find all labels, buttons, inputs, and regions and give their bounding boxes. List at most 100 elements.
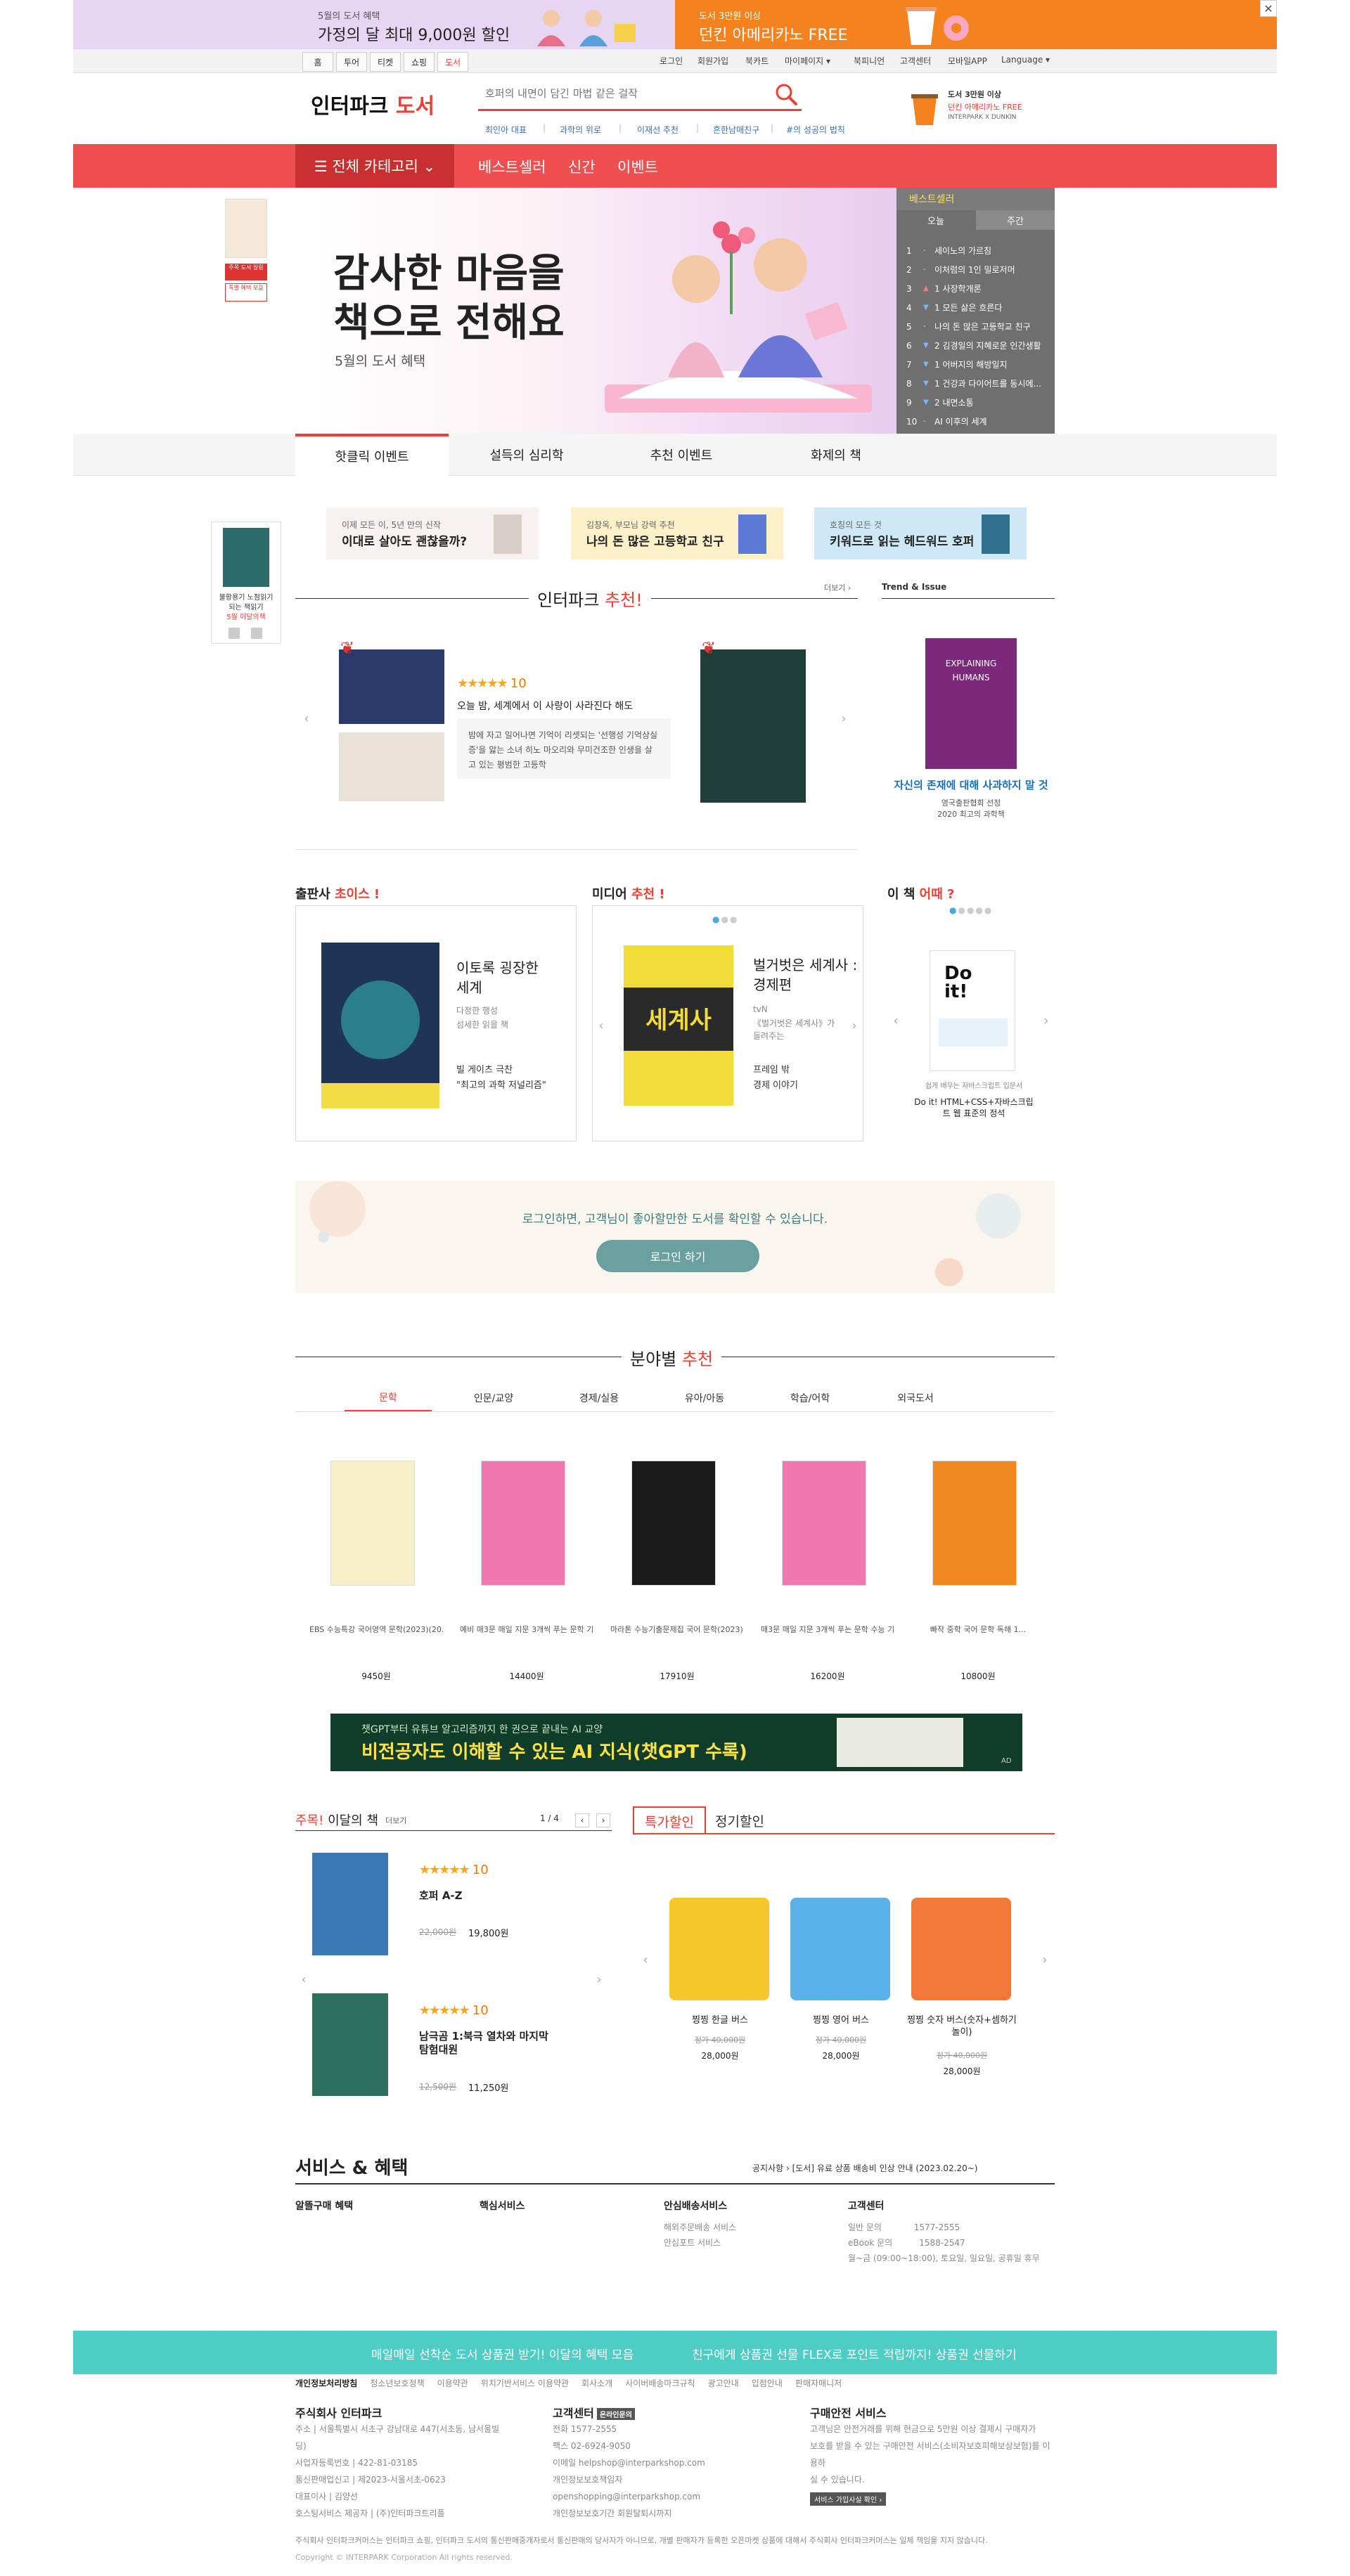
month-book-cover-1[interactable] [312,1853,388,1955]
util-mobile-app[interactable]: 모바일APP [948,55,987,67]
month-next-button[interactable]: › [596,1813,610,1827]
event-banner-2[interactable]: 김창옥, 부모님 강력 추천 나의 돈 많은 고등학교 친구 [571,507,783,559]
special-product-image[interactable] [911,1898,1011,2000]
util-login[interactable]: 로그인 [660,55,683,67]
promo-banner-right[interactable]: 도서 3만원 이상 던킨 아메리카노 FREE ✕ [675,0,1277,49]
genre-book-title[interactable]: 예비 매3문 매일 지문 3개씩 푸는 문학 기... [460,1624,593,1635]
carousel-dots[interactable]: ●●●●● [949,905,993,915]
month-list-next[interactable]: › [591,1965,608,1993]
util-customer-center[interactable]: 고객센터 [900,55,931,67]
genre-tab[interactable]: 학습/어학 [766,1385,854,1411]
bestseller-item[interactable]: 5 - 나의 돈 많은 고등학교 친구 [906,317,1050,336]
util-bookcart[interactable]: 북카트 [745,55,769,67]
special-prev-button[interactable]: ‹ [637,1946,654,1974]
bestseller-tab-weekly[interactable]: 주간 [976,210,1055,230]
mini-label-2[interactable]: 특별 혜택 모음 [225,283,267,302]
bestseller-item[interactable]: 8 ▼ 1 건강과 다이어트를 동시에... [906,374,1050,393]
trend-book-cover[interactable]: EXPLAINING HUMANS [925,638,1017,769]
month-prev-button[interactable]: ‹ [575,1813,589,1827]
footer-link[interactable]: 입점안내 [752,2378,783,2388]
keyword-link[interactable]: 이재선 추천 [637,124,679,136]
pick-book-cover[interactable] [339,649,444,724]
month-book-cover-2[interactable] [312,1993,388,2096]
footer-link[interactable]: 판매자매니저 [795,2378,842,2388]
bestseller-item[interactable]: 3 ▲ 1 사장학개론 [906,279,1050,298]
gnb-tab-home[interactable]: 홈 [302,52,333,72]
footer-link[interactable]: 청소년보호정책 [370,2378,424,2388]
gnb-tab-books[interactable]: 도서 [437,52,468,72]
ai-banner[interactable]: 챗GPT부터 유튜브 알고리즘까지 한 권으로 끝내는 AI 교양 비전공자도 … [330,1714,1022,1771]
this-book-next-button[interactable]: › [1038,1007,1055,1035]
login-button[interactable]: 로그인 하기 [596,1240,759,1272]
bestseller-item[interactable]: 10- AI 이후의 세계 [906,412,1050,431]
footer-link[interactable]: 광고안내 [708,2378,739,2388]
pick-prev-button[interactable]: ‹ [298,704,315,732]
site-logo[interactable]: 인터파크 도서 [311,89,435,119]
genre-tab[interactable]: 인문/교양 [450,1385,537,1411]
tab-special-discount[interactable]: 특가할인 [633,1806,706,1834]
pick-book-title[interactable]: 오늘 밤, 세계에서 이 사랑이 사라진다 해도 [457,699,633,713]
event-banner-3[interactable]: 호칭의 모든 것 키워드로 읽는 헤드워드 호퍼 [814,507,1027,559]
genre-tab[interactable]: 유아/아동 [661,1385,748,1411]
pick-next-button[interactable]: › [835,704,852,732]
service-col-line[interactable]: 해외주문배송 서비스 [664,2221,736,2233]
footer-link[interactable]: 개인정보처리방침 [295,2378,357,2388]
genre-book-cover[interactable] [631,1461,716,1586]
mini-label-1[interactable]: 주목 도서 알림 [225,264,267,280]
bestseller-tab-today[interactable]: 오늘 [896,210,975,230]
genre-book-title[interactable]: 빠작 중학 국어 문학 독해 1... [911,1624,1045,1635]
promo-banner-left[interactable]: 5월의 도서 혜택 가정의 달 최대 9,000원 할인 [73,0,675,49]
footer-link[interactable]: 이용약관 [437,2378,468,2388]
tab-hot-click-event[interactable]: 핫클릭 이벤트 [295,434,449,476]
trend-caption-1[interactable]: 자신의 존재에 대해 사과하지 말 것 [887,777,1055,792]
genre-book-cover[interactable] [481,1461,565,1586]
footer-link[interactable]: 위치기반서비스 이용약관 [481,2378,569,2388]
special-product-image[interactable] [790,1898,890,2000]
tab-persuasion-psychology[interactable]: 설득의 심리학 [450,434,603,476]
all-category-button[interactable]: ☰ 전체 카테고리 ⌄ [295,144,454,188]
special-product-title[interactable]: 찡찡 영어 버스 [785,2014,897,2026]
float-next-button[interactable] [251,628,262,639]
bestseller-item[interactable]: 4 ▼ 1 모든 삶은 흐른다 [906,298,1050,317]
month-book-name[interactable]: 호퍼 A-Z [419,1888,463,1903]
keyword-link[interactable]: #의 성공의 법칙 [786,124,845,136]
bestseller-item[interactable]: 9 ▼ 2 내면소통 [906,393,1050,412]
month-book-more[interactable]: 더보기 [385,1815,406,1826]
nav-new[interactable]: 신간 [568,156,596,177]
safe-badge-button[interactable]: 서비스 가입사실 확인 › [810,2492,887,2506]
close-banner-button[interactable]: ✕ [1260,0,1277,17]
cs-badge[interactable]: 온라인문의 [596,2408,635,2420]
this-book-name[interactable]: Do it! HTML+CSS+자바스크립트 웹 표준의 정석 [913,1096,1035,1119]
keyword-link[interactable]: 과학의 위로 [560,124,601,136]
footer-link[interactable]: 회사소개 [581,2378,612,2388]
carousel-dots[interactable]: ●●● [712,914,738,924]
service-notice[interactable]: 공지사항 › [도서] 유료 상품 배송비 인상 안내 (2023.02.20~… [752,2162,977,2174]
keyword-link[interactable]: 최인아 대표 [485,124,527,136]
month-list-prev[interactable]: ‹ [295,1965,312,1993]
genre-tab[interactable]: 외국도서 [872,1385,959,1411]
util-bookpinion[interactable]: 북피니언 [854,55,885,67]
left-floating-ad[interactable]: 불황용기 노점읽기 되는 책읽기 5월 이달의책 [211,522,281,644]
genre-book-cover[interactable] [932,1461,1017,1586]
bestseller-item[interactable]: 1 - 세이노의 가르침 [906,241,1050,260]
special-product-title[interactable]: 찡찡 한글 버스 [664,2014,776,2026]
publisher-choice-card[interactable]: 이토록 굉장한 세계 다정한 행성 섬세한 읽을 책 빌 게이츠 극찬 "최고의… [295,905,577,1141]
nav-bestseller[interactable]: 베스트셀러 [478,156,546,177]
hero-banner[interactable]: 감사한 마음을 책으로 전해요 5월의 도서 혜택 [295,188,896,434]
pick-book-cover-2[interactable] [700,649,806,803]
top-promo-banner[interactable]: 5월의 도서 혜택 가정의 달 최대 9,000원 할인 도서 3만원 이상 던… [73,0,1277,49]
nav-event[interactable]: 이벤트 [617,156,658,177]
bestseller-item[interactable]: 6 ▼ 2 김경일의 지혜로운 인간생활 [906,336,1050,355]
tab-regular-discount[interactable]: 정기할인 [706,1806,773,1834]
util-mypage[interactable]: 마이페이지 ▾ [785,55,830,67]
header-ad[interactable]: 도서 3만원 이상 던킨 아메리카노 FREE INTERPARK X DUNK… [907,87,1034,129]
search-input[interactable] [485,83,766,104]
util-language[interactable]: Language ▾ [1001,55,1050,65]
mini-book-cover[interactable] [225,199,267,258]
month-book-name[interactable]: 남극곰 1:북극 열차와 마지막 탐험대원 [419,2030,560,2057]
float-prev-button[interactable] [229,628,240,639]
tab-recommended-event[interactable]: 추천 이벤트 [605,434,758,476]
footer-link[interactable]: 사이버배송마크규칙 [625,2378,695,2388]
genre-book-title[interactable]: 마라톤 수능기출문제집 국어 문학(2023)... [610,1624,744,1635]
bestseller-item[interactable]: 7 ▼ 1 어버지의 해방일지 [906,355,1050,374]
